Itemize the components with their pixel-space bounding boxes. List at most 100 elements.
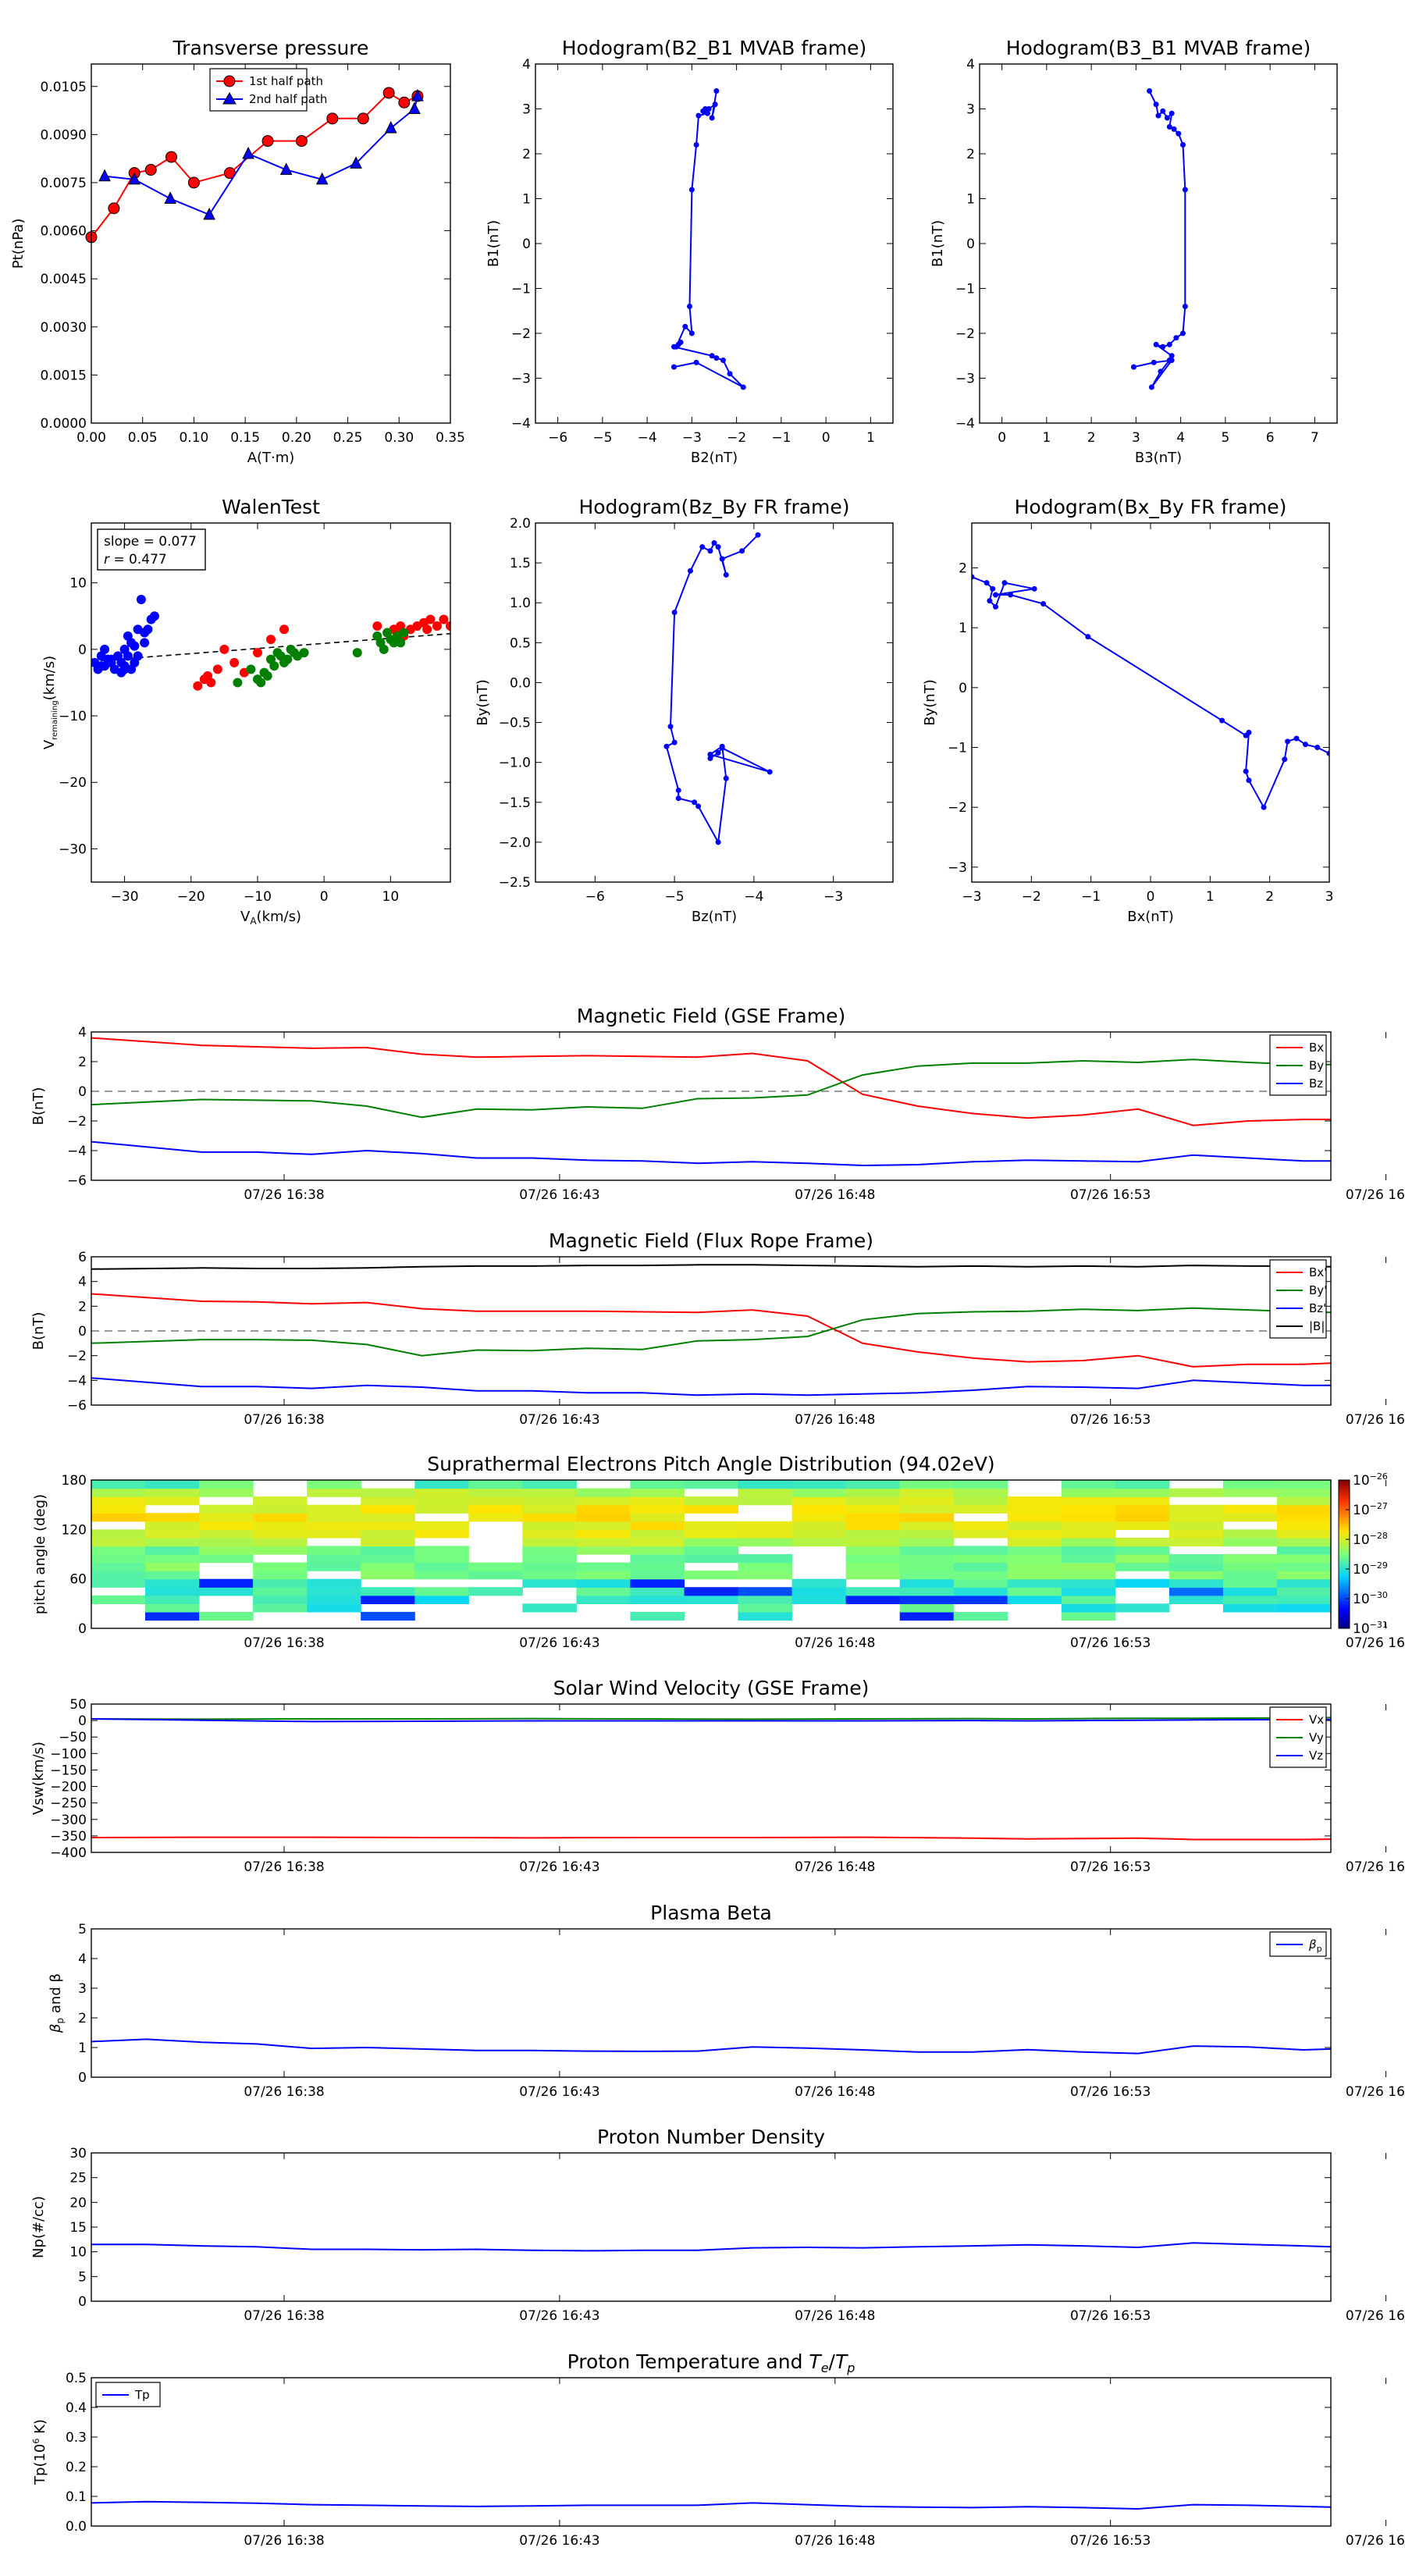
scatter-point xyxy=(352,648,362,658)
hodogram-point xyxy=(723,571,729,578)
x-tick-label: 3 xyxy=(1325,889,1334,905)
y-tick-label: 0.0 xyxy=(66,2519,87,2535)
scatter-point xyxy=(262,671,272,681)
hodogram-point xyxy=(695,112,702,119)
heatmap-cell xyxy=(1115,1537,1170,1547)
scatter-point xyxy=(246,664,256,674)
y-tick-label: 1 xyxy=(966,192,975,208)
y-tick-label: −1.5 xyxy=(499,795,531,811)
y-tick-label: −30 xyxy=(59,841,87,857)
beta-panel: 0 1 2 3 4 5 07/26 16:38 07/26 16:43 07/26 16:48 0… xyxy=(48,1902,1405,2100)
data-point xyxy=(187,176,200,189)
x-tick-label: 10 xyxy=(382,889,400,905)
time-tick-label: 07/26 16:53 xyxy=(1070,2308,1151,2324)
heatmap-cell xyxy=(576,1521,631,1530)
x-tick-label: 4 xyxy=(1176,430,1185,446)
time-tick-label: 07/26 16:43 xyxy=(519,1412,599,1428)
heatmap-cell xyxy=(199,1537,254,1547)
vsw-panel: −400−350−300−250−200 −150−100−50050 07/26 … xyxy=(30,1677,1405,1875)
y-tick-label: −1 xyxy=(511,282,531,297)
legend-label: Bz' xyxy=(1309,1301,1326,1315)
heatmap-cell xyxy=(899,1521,955,1530)
heatmap-cell xyxy=(953,1562,1008,1571)
hodogram-point xyxy=(993,603,999,610)
bxby-panel: −3 −2 −1 0 1 2 −3 −2 −1 0 1 2 3 Hodogram(Bx_By FR fra… xyxy=(922,496,1333,925)
heatmap-cell xyxy=(845,1529,901,1539)
heatmap-cell xyxy=(576,1513,631,1522)
heatmap-cell xyxy=(145,1480,200,1489)
heatmap-cell xyxy=(307,1546,361,1555)
time-tick-label: 07/26 16:38 xyxy=(244,2084,324,2100)
y-tick-label: 50 xyxy=(69,1697,87,1713)
hodogram-line xyxy=(672,91,744,388)
x-tick-label: −20 xyxy=(177,889,205,905)
heatmap-cell xyxy=(738,1488,793,1497)
heatmap-cell xyxy=(468,1571,523,1580)
heatmap-cell xyxy=(1277,1595,1331,1604)
time-tick-label: 07/26 16:38 xyxy=(244,1859,324,1875)
y-tick-label: 4 xyxy=(966,57,975,73)
x-tick-label: 1 xyxy=(1206,889,1215,905)
heatmap-cell xyxy=(684,1571,739,1580)
heatmap-cell xyxy=(253,1546,308,1555)
bgse-panel: −6 −4 −2 0 2 4 07/26 16:38 07/26 16:43 07/26 16:… xyxy=(30,1005,1405,1203)
heatmap-cell xyxy=(468,1504,523,1514)
heatmap-cell xyxy=(1222,1595,1278,1604)
heatmap-cell xyxy=(630,1480,685,1489)
heatmap-cell xyxy=(199,1488,254,1497)
y-axis-label: By(nT) xyxy=(475,679,491,725)
hodogram-point xyxy=(715,839,721,845)
heatmap-cell xyxy=(414,1521,469,1530)
hodogram-point xyxy=(1148,384,1154,390)
heatmap-cell xyxy=(468,1587,523,1596)
series-line-Vx xyxy=(91,1836,1331,1841)
figure: 0.00000.00150.00300.00450.00600.00750.00… xyxy=(10,37,1405,2549)
heatmap-cell xyxy=(145,1578,200,1588)
x-tick-label: 0.15 xyxy=(230,430,260,446)
hodogram-point xyxy=(1166,341,1172,347)
hodogram-point xyxy=(712,101,718,108)
y-tick-label: 0.0090 xyxy=(41,127,87,143)
heatmap-cell xyxy=(1222,1587,1278,1596)
data-point xyxy=(279,162,293,176)
scatter-point xyxy=(219,644,229,654)
hodogram-point xyxy=(1001,580,1008,586)
heatmap-cell xyxy=(1277,1504,1331,1514)
heatmap-cell xyxy=(199,1513,254,1522)
hodogram-point xyxy=(1314,745,1321,750)
y-tick-label: −6 xyxy=(67,1398,87,1414)
heatmap-cell xyxy=(738,1496,793,1506)
y-tick-label: 10 xyxy=(69,576,87,592)
hodogram-point xyxy=(1131,364,1137,370)
data-point xyxy=(384,121,397,133)
time-tick-label: 07/26 16:53 xyxy=(1070,1635,1151,1651)
heatmap-cell xyxy=(1061,1571,1116,1580)
label-part: −28 xyxy=(1370,1531,1388,1541)
heatmap-cell xyxy=(899,1537,955,1547)
scatter-point xyxy=(399,628,409,638)
legend-label: Vz xyxy=(1309,1749,1323,1763)
heatmap-cell xyxy=(1277,1587,1331,1596)
plot-frame xyxy=(91,2152,1332,2302)
series-line-By xyxy=(91,1059,1331,1119)
chart-title: Magnetic Field (Flux Rope Frame) xyxy=(549,1229,873,1252)
series-line-Tp xyxy=(91,2500,1331,2510)
heatmap-cell xyxy=(1061,1537,1116,1547)
heatmap-cell xyxy=(845,1496,901,1506)
heatmap-cell xyxy=(845,1546,901,1555)
hodogram-point xyxy=(687,568,693,574)
y-tick-label: −2.0 xyxy=(499,835,531,851)
scatter-point xyxy=(252,648,262,658)
time-tick-label: 07/26 16:48 xyxy=(795,1412,875,1428)
y-tick-label: 1.0 xyxy=(510,596,531,611)
x-axis-label: VA(km/s) xyxy=(240,909,301,927)
heatmap-cell xyxy=(684,1537,739,1547)
heatmap-cell xyxy=(738,1571,793,1580)
heatmap-cell xyxy=(845,1537,901,1547)
colorbar-label: 10−28 xyxy=(1353,1531,1388,1548)
heatmap-cell xyxy=(576,1537,631,1547)
x-tick-label: 6 xyxy=(1266,430,1275,446)
heatmap-cell xyxy=(953,1578,1008,1588)
y-tick-label: −2 xyxy=(67,1349,87,1364)
heatmap-cell xyxy=(845,1513,901,1522)
